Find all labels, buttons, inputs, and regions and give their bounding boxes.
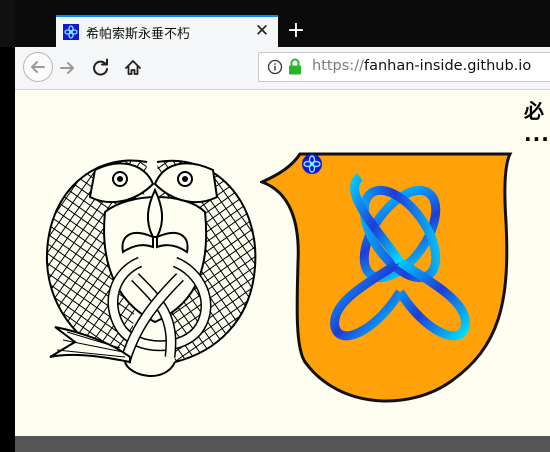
address-bar[interactable]: https://fanhan-inside.github.io — [258, 52, 550, 82]
new-tab-button[interactable]: + — [283, 18, 309, 44]
url-host: fanhan-inside.github.io — [363, 58, 532, 74]
tab-bar: 希帕索斯永垂不朽 ✕ + — [0, 0, 550, 47]
reload-button[interactable] — [87, 54, 115, 82]
url-scheme: https:// — [312, 58, 364, 74]
url-text[interactable]: https://fanhan-inside.github.io — [312, 58, 531, 74]
tab-active[interactable]: 希帕索斯永垂不朽 ✕ — [56, 15, 278, 47]
reload-icon — [93, 58, 108, 76]
page-content: 必 .... — [15, 90, 550, 436]
heading-fragment: 必 — [524, 99, 544, 123]
orange-flask-logo — [260, 152, 513, 403]
forward-button[interactable] — [55, 54, 83, 82]
home-button[interactable] — [119, 54, 147, 82]
tab-title: 希帕索斯永垂不朽 — [86, 27, 191, 42]
forward-arrow-icon — [60, 62, 74, 74]
lock-icon — [289, 58, 301, 75]
close-tab-icon[interactable]: ✕ — [252, 21, 272, 41]
info-icon[interactable] — [267, 59, 283, 75]
back-button[interactable] — [23, 52, 53, 82]
browser-window: 希帕索斯永垂不朽 ✕ + https://fanhan-inside.githu… — [0, 0, 550, 452]
fish-emblem-drawing — [45, 159, 257, 377]
home-icon — [125, 60, 141, 75]
bottom-strip — [15, 436, 550, 452]
back-arrow-icon — [31, 61, 45, 73]
window-edge — [0, 0, 15, 47]
favicon-icon — [63, 24, 79, 40]
ellipsis-text: .... — [524, 122, 550, 146]
navigation-toolbar: https://fanhan-inside.github.io — [15, 47, 550, 90]
